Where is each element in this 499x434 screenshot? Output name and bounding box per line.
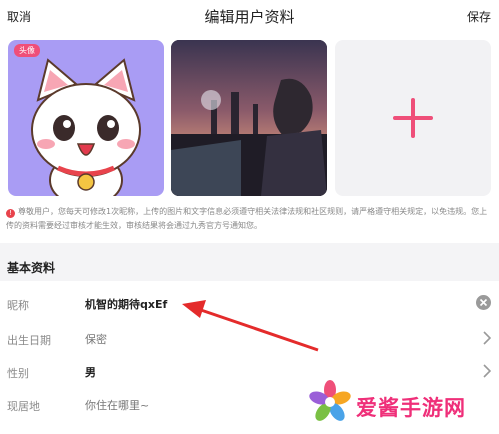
nickname-label: 昵称 xyxy=(7,299,29,312)
chevron-right-icon xyxy=(483,364,491,378)
avatar-photo[interactable]: 头像 xyxy=(8,40,164,196)
nickname-row[interactable]: 昵称 机智的期待qxEf xyxy=(0,285,499,323)
location-input[interactable]: 你住在哪里~ xyxy=(85,397,149,413)
scenic-photo-image xyxy=(171,40,327,196)
gender-value: 男 xyxy=(85,366,96,379)
birthday-label: 出生日期 xyxy=(7,334,51,347)
clear-icon[interactable] xyxy=(476,295,491,310)
plus-icon xyxy=(393,98,433,138)
watermark: 爱酱手游网 xyxy=(308,380,494,430)
top-bar: 取消 编辑用户资料 保存 xyxy=(0,0,499,34)
profile-photo-2[interactable] xyxy=(171,40,327,196)
notice-text-block: ! 尊敬用户，您每天可修改1次昵称，上传的图片和文字信息必须遵守相关法律法规和社区… xyxy=(6,205,494,233)
alert-icon: ! xyxy=(6,209,15,218)
location-label: 现居地 xyxy=(7,400,40,413)
flower-logo-icon xyxy=(309,380,351,421)
add-photo-button[interactable] xyxy=(335,40,491,196)
nickname-input[interactable]: 机智的期待qxEf xyxy=(85,296,167,312)
section-title: 基本资料 xyxy=(7,261,56,275)
avatar-tag: 头像 xyxy=(14,44,40,57)
section-divider xyxy=(0,243,499,253)
chevron-right-icon xyxy=(483,331,491,345)
section-header: 基本资料 xyxy=(0,253,499,281)
birthday-value: 保密 xyxy=(85,333,107,346)
cat-avatar-image xyxy=(31,58,141,196)
watermark-text: 爱酱手游网 xyxy=(356,396,466,420)
gender-label: 性别 xyxy=(7,367,29,380)
page-title: 编辑用户资料 xyxy=(204,8,295,26)
notice-text: 尊敬用户，您每天可修改1次昵称，上传的图片和文字信息必须遵守相关法律法规和社区规… xyxy=(6,207,488,230)
save-button[interactable]: 保存 xyxy=(467,8,491,25)
